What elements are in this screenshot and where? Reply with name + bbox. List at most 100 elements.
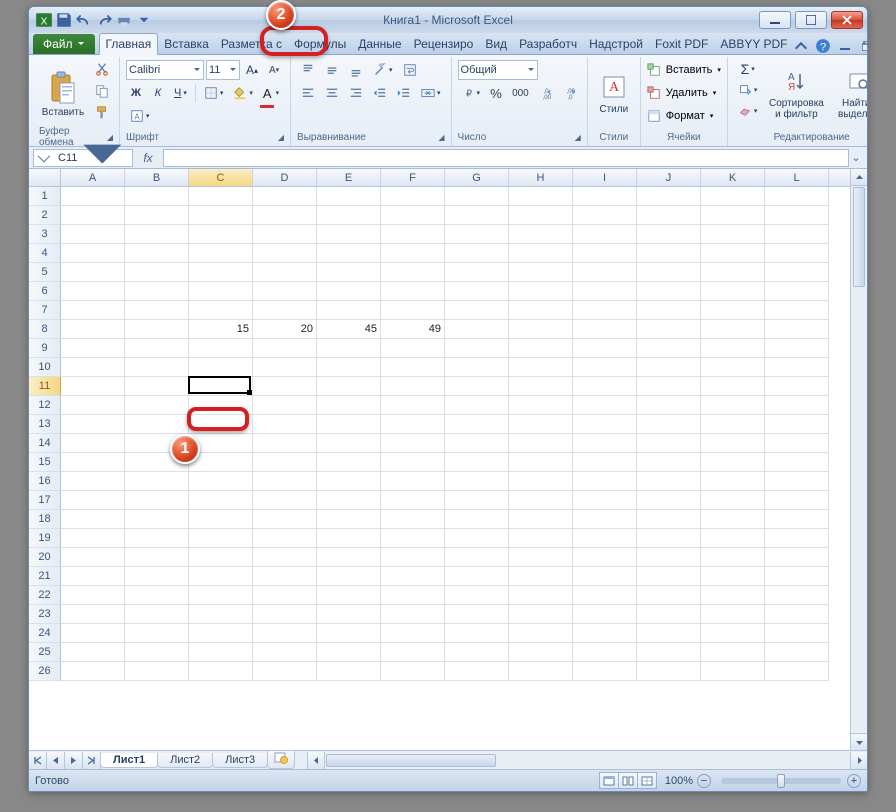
cell-I19[interactable] xyxy=(573,529,637,548)
cell-H25[interactable] xyxy=(509,643,573,662)
decrease-font-icon[interactable]: A▾ xyxy=(264,60,284,80)
cell-A19[interactable] xyxy=(61,529,125,548)
sheet-tab-2[interactable]: Лист2 xyxy=(157,753,213,768)
align-right-icon[interactable] xyxy=(345,83,367,103)
cell-K7[interactable] xyxy=(701,301,765,320)
cell-H3[interactable] xyxy=(509,225,573,244)
fill-icon[interactable]: ▾ xyxy=(734,80,762,100)
row-header-6[interactable]: 6 xyxy=(29,282,61,301)
align-middle-icon[interactable] xyxy=(321,60,343,80)
cell-F16[interactable] xyxy=(381,472,445,491)
cell-C12[interactable] xyxy=(189,396,253,415)
col-G[interactable]: G xyxy=(445,169,509,186)
cell-K4[interactable] xyxy=(701,244,765,263)
cell-A15[interactable] xyxy=(61,453,125,472)
phonetic-icon[interactable]: A▾ xyxy=(126,106,154,126)
cell-H5[interactable] xyxy=(509,263,573,282)
cell-I6[interactable] xyxy=(573,282,637,301)
minimize-button[interactable] xyxy=(759,11,791,29)
row-header-1[interactable]: 1 xyxy=(29,187,61,206)
scroll-right-icon[interactable] xyxy=(850,752,867,769)
col-K[interactable]: K xyxy=(701,169,765,186)
cell-J3[interactable] xyxy=(637,225,701,244)
scroll-up-icon[interactable] xyxy=(851,169,867,186)
cell-G24[interactable] xyxy=(445,624,509,643)
cell-A14[interactable] xyxy=(61,434,125,453)
tab-view[interactable]: Вид xyxy=(479,34,513,54)
cell-L13[interactable] xyxy=(765,415,829,434)
tab-insert[interactable]: Вставка xyxy=(158,34,215,54)
cell-B3[interactable] xyxy=(125,225,189,244)
cell-L6[interactable] xyxy=(765,282,829,301)
cell-L4[interactable] xyxy=(765,244,829,263)
help-icon[interactable]: ? xyxy=(815,38,831,54)
cell-J13[interactable] xyxy=(637,415,701,434)
cell-D24[interactable] xyxy=(253,624,317,643)
undo-icon[interactable] xyxy=(75,11,93,29)
cell-H26[interactable] xyxy=(509,662,573,681)
cell-B16[interactable] xyxy=(125,472,189,491)
cell-G7[interactable] xyxy=(445,301,509,320)
cell-B21[interactable] xyxy=(125,567,189,586)
copy-icon[interactable] xyxy=(91,81,113,101)
cell-J14[interactable] xyxy=(637,434,701,453)
cell-J15[interactable] xyxy=(637,453,701,472)
doc-restore-icon[interactable] xyxy=(859,38,868,54)
cell-H11[interactable] xyxy=(509,377,573,396)
cell-G26[interactable] xyxy=(445,662,509,681)
cell-D19[interactable] xyxy=(253,529,317,548)
row-header-7[interactable]: 7 xyxy=(29,301,61,320)
cell-I11[interactable] xyxy=(573,377,637,396)
redo-icon[interactable] xyxy=(95,11,113,29)
cell-G2[interactable] xyxy=(445,206,509,225)
zoom-slider[interactable] xyxy=(721,778,841,784)
row-header-4[interactable]: 4 xyxy=(29,244,61,263)
select-all-corner[interactable] xyxy=(29,169,61,186)
cell-H19[interactable] xyxy=(509,529,573,548)
cell-H18[interactable] xyxy=(509,510,573,529)
cell-D1[interactable] xyxy=(253,187,317,206)
cell-F19[interactable] xyxy=(381,529,445,548)
zoom-slider-thumb[interactable] xyxy=(777,774,785,788)
increase-font-icon[interactable]: A▴ xyxy=(242,60,262,80)
row-header-19[interactable]: 19 xyxy=(29,529,61,548)
cell-I8[interactable] xyxy=(573,320,637,339)
cell-F2[interactable] xyxy=(381,206,445,225)
cell-C22[interactable] xyxy=(189,586,253,605)
cell-E12[interactable] xyxy=(317,396,381,415)
bold-button[interactable]: Ж xyxy=(126,83,146,103)
cell-C15[interactable] xyxy=(189,453,253,472)
cell-F23[interactable] xyxy=(381,605,445,624)
cell-I17[interactable] xyxy=(573,491,637,510)
cell-C6[interactable] xyxy=(189,282,253,301)
cell-D21[interactable] xyxy=(253,567,317,586)
col-C[interactable]: C xyxy=(189,169,253,186)
cell-I5[interactable] xyxy=(573,263,637,282)
cell-E19[interactable] xyxy=(317,529,381,548)
cell-D10[interactable] xyxy=(253,358,317,377)
cell-I24[interactable] xyxy=(573,624,637,643)
cell-K25[interactable] xyxy=(701,643,765,662)
cell-H13[interactable] xyxy=(509,415,573,434)
cell-I25[interactable] xyxy=(573,643,637,662)
cell-E18[interactable] xyxy=(317,510,381,529)
cell-H24[interactable] xyxy=(509,624,573,643)
cell-J24[interactable] xyxy=(637,624,701,643)
cell-K17[interactable] xyxy=(701,491,765,510)
cell-A16[interactable] xyxy=(61,472,125,491)
cell-B2[interactable] xyxy=(125,206,189,225)
cell-I1[interactable] xyxy=(573,187,637,206)
delete-cells-button[interactable]: Удалить▾ xyxy=(647,82,717,104)
new-sheet-icon[interactable] xyxy=(267,751,295,769)
cell-D26[interactable] xyxy=(253,662,317,681)
col-B[interactable]: B xyxy=(125,169,189,186)
cell-E4[interactable] xyxy=(317,244,381,263)
cell-A12[interactable] xyxy=(61,396,125,415)
col-F[interactable]: F xyxy=(381,169,445,186)
cell-H17[interactable] xyxy=(509,491,573,510)
cell-D6[interactable] xyxy=(253,282,317,301)
cell-C26[interactable] xyxy=(189,662,253,681)
borders-icon[interactable]: ▾ xyxy=(200,83,228,103)
number-dialog-launcher-icon[interactable]: ◢ xyxy=(575,133,581,142)
cell-C17[interactable] xyxy=(189,491,253,510)
